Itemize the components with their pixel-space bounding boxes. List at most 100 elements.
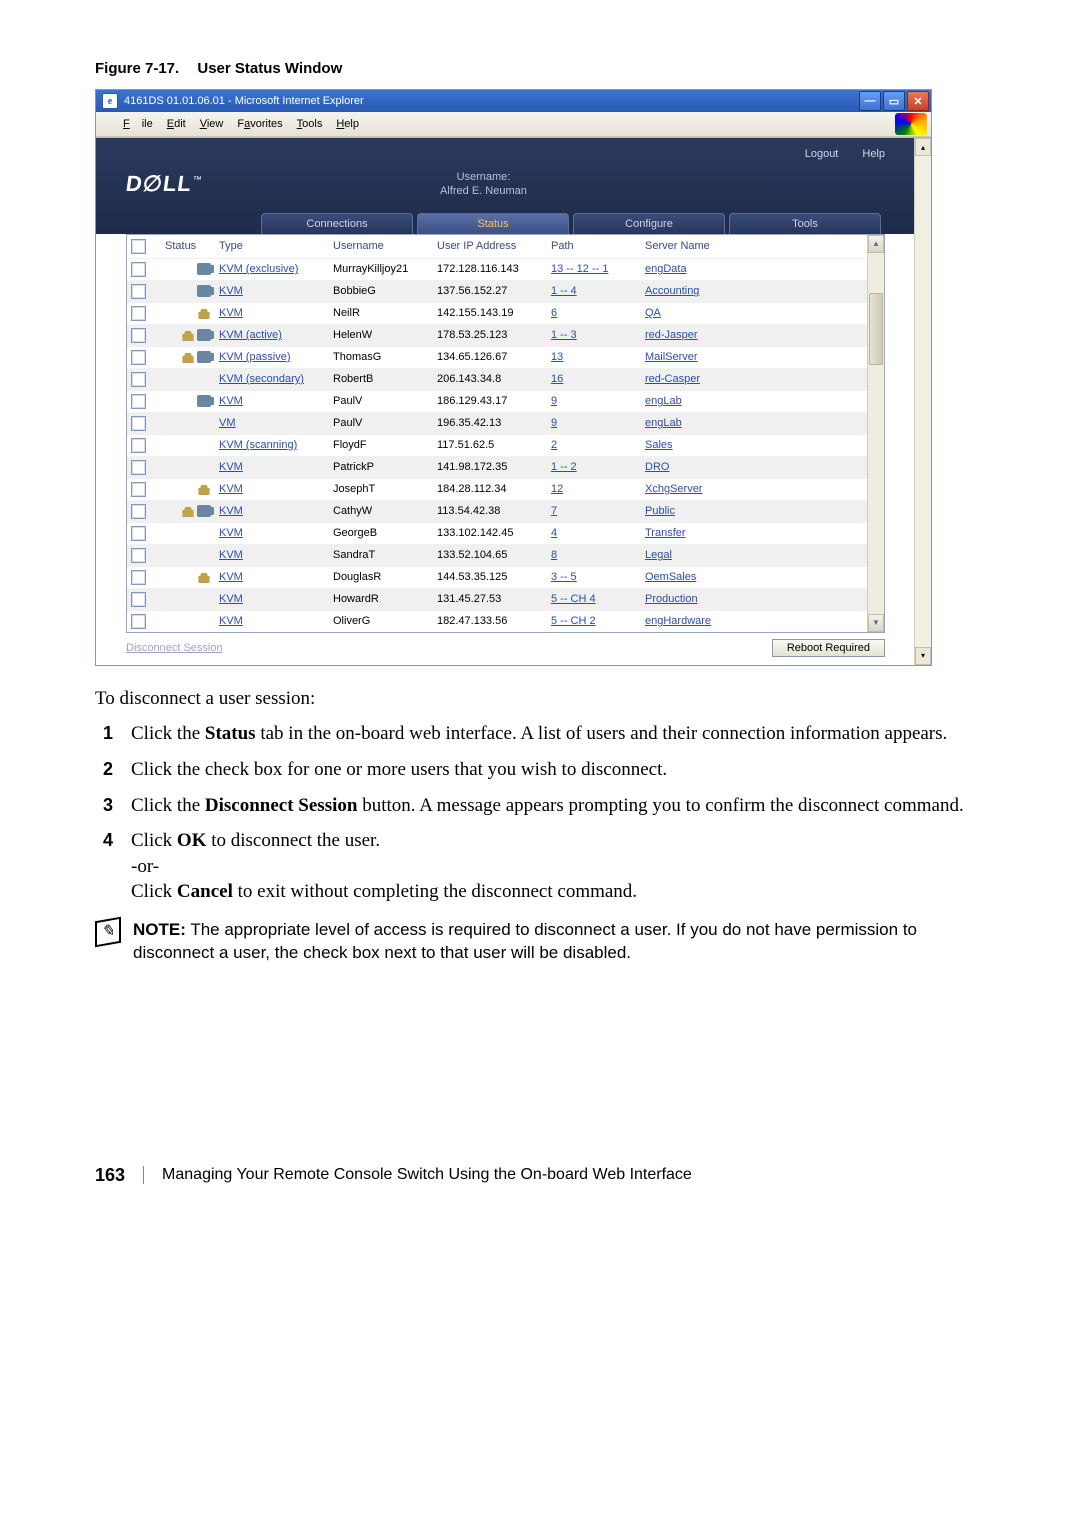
cell-server[interactable]: Transfer (645, 527, 785, 539)
cell-path[interactable]: 9 (551, 395, 641, 407)
row-checkbox[interactable] (131, 460, 146, 475)
cell-path[interactable]: 16 (551, 373, 641, 385)
cell-server[interactable]: OemSales (645, 571, 785, 583)
cell-server[interactable]: Public (645, 505, 785, 517)
row-checkbox[interactable] (131, 482, 146, 497)
menu-edit[interactable]: Edit (161, 117, 192, 131)
menu-view[interactable]: View (194, 117, 230, 131)
scroll-thumb[interactable] (869, 293, 883, 365)
row-checkbox[interactable] (131, 350, 146, 365)
cell-path[interactable]: 5 -- CH 4 (551, 593, 641, 605)
tab-tools[interactable]: Tools (729, 213, 881, 234)
cell-path[interactable]: 9 (551, 417, 641, 429)
cell-path[interactable]: 12 (551, 483, 641, 495)
col-server[interactable]: Server Name (645, 240, 785, 252)
cell-path[interactable]: 1 -- 4 (551, 285, 641, 297)
cell-server[interactable]: Sales (645, 439, 785, 451)
cell-server[interactable]: engLab (645, 417, 785, 429)
cell-path[interactable]: 13 (551, 351, 641, 363)
scroll-up-icon[interactable]: ▲ (868, 235, 884, 253)
cell-type[interactable]: KVM (scanning) (219, 439, 329, 451)
cell-type[interactable]: KVM (219, 461, 329, 473)
row-checkbox[interactable] (131, 394, 146, 409)
cell-type[interactable]: KVM (219, 527, 329, 539)
tab-connections[interactable]: Connections (261, 213, 413, 234)
menu-help[interactable]: Help (330, 117, 365, 131)
cell-server[interactable]: DRO (645, 461, 785, 473)
cell-type[interactable]: KVM (exclusive) (219, 263, 329, 275)
cell-server[interactable]: Accounting (645, 285, 785, 297)
row-checkbox[interactable] (131, 284, 146, 299)
menu-favorites[interactable]: Favorites (231, 117, 288, 131)
cell-server[interactable]: MailServer (645, 351, 785, 363)
help-link[interactable]: Help (862, 148, 885, 160)
disconnect-session-link: Disconnect Session (126, 642, 223, 654)
cell-server[interactable]: engData (645, 263, 785, 275)
select-all-checkbox[interactable] (131, 239, 146, 254)
tab-configure[interactable]: Configure (573, 213, 725, 234)
cell-path[interactable]: 5 -- CH 2 (551, 615, 641, 627)
cell-type[interactable]: KVM (219, 571, 329, 583)
cell-type[interactable]: KVM (active) (219, 329, 329, 341)
col-ip[interactable]: User IP Address (437, 240, 547, 252)
reboot-required-button[interactable]: Reboot Required (772, 639, 885, 657)
cell-path[interactable]: 4 (551, 527, 641, 539)
table-row: KVMOliverG182.47.133.565 -- CH 2engHardw… (127, 610, 867, 632)
row-checkbox[interactable] (131, 614, 146, 629)
cell-server[interactable]: XchgServer (645, 483, 785, 495)
row-checkbox[interactable] (131, 570, 146, 585)
cell-path[interactable]: 13 -- 12 -- 1 (551, 263, 641, 275)
cell-path[interactable]: 7 (551, 505, 641, 517)
scroll-down-icon[interactable]: ▼ (868, 614, 884, 632)
row-checkbox[interactable] (131, 438, 146, 453)
close-button[interactable]: ✕ (907, 91, 929, 111)
page-scrollbar[interactable]: ▴ ▾ (914, 138, 931, 665)
cell-server[interactable]: Legal (645, 549, 785, 561)
outer-scroll-up-icon[interactable]: ▴ (915, 138, 931, 156)
cell-type[interactable]: KVM (secondary) (219, 373, 329, 385)
cell-server[interactable]: Production (645, 593, 785, 605)
logout-link[interactable]: Logout (805, 148, 839, 160)
cell-path[interactable]: 1 -- 3 (551, 329, 641, 341)
cell-type[interactable]: KVM (219, 483, 329, 495)
cell-path[interactable]: 8 (551, 549, 641, 561)
maximize-button[interactable]: ▭ (883, 91, 905, 111)
minimize-button[interactable]: — (859, 91, 881, 111)
row-checkbox[interactable] (131, 306, 146, 321)
cell-type[interactable]: KVM (219, 307, 329, 319)
row-checkbox[interactable] (131, 262, 146, 277)
col-user[interactable]: Username (333, 240, 433, 252)
cell-type[interactable]: KVM (passive) (219, 351, 329, 363)
cell-server[interactable]: engHardware (645, 615, 785, 627)
cell-path[interactable]: 3 -- 5 (551, 571, 641, 583)
menu-tools[interactable]: Tools (291, 117, 329, 131)
row-checkbox[interactable] (131, 372, 146, 387)
cell-type[interactable]: KVM (219, 505, 329, 517)
row-checkbox[interactable] (131, 504, 146, 519)
cell-type[interactable]: KVM (219, 395, 329, 407)
col-type[interactable]: Type (219, 240, 329, 252)
cell-path[interactable]: 6 (551, 307, 641, 319)
cell-server[interactable]: red-Casper (645, 373, 785, 385)
menu-file[interactable]: File (117, 117, 159, 131)
cell-server[interactable]: QA (645, 307, 785, 319)
col-status[interactable]: Status (165, 240, 215, 252)
cell-type[interactable]: KVM (219, 549, 329, 561)
cell-type[interactable]: KVM (219, 593, 329, 605)
row-checkbox[interactable] (131, 548, 146, 563)
cell-type[interactable]: KVM (219, 615, 329, 627)
row-checkbox[interactable] (131, 592, 146, 607)
cell-path[interactable]: 1 -- 2 (551, 461, 641, 473)
col-path[interactable]: Path (551, 240, 641, 252)
tab-status[interactable]: Status (417, 213, 569, 234)
cell-type[interactable]: VM (219, 417, 329, 429)
row-checkbox[interactable] (131, 328, 146, 343)
outer-scroll-down-icon[interactable]: ▾ (915, 647, 931, 665)
table-scrollbar[interactable]: ▲ ▼ (867, 235, 884, 632)
row-checkbox[interactable] (131, 526, 146, 541)
cell-server[interactable]: red-Jasper (645, 329, 785, 341)
row-checkbox[interactable] (131, 416, 146, 431)
cell-server[interactable]: engLab (645, 395, 785, 407)
cell-type[interactable]: KVM (219, 285, 329, 297)
cell-path[interactable]: 2 (551, 439, 641, 451)
